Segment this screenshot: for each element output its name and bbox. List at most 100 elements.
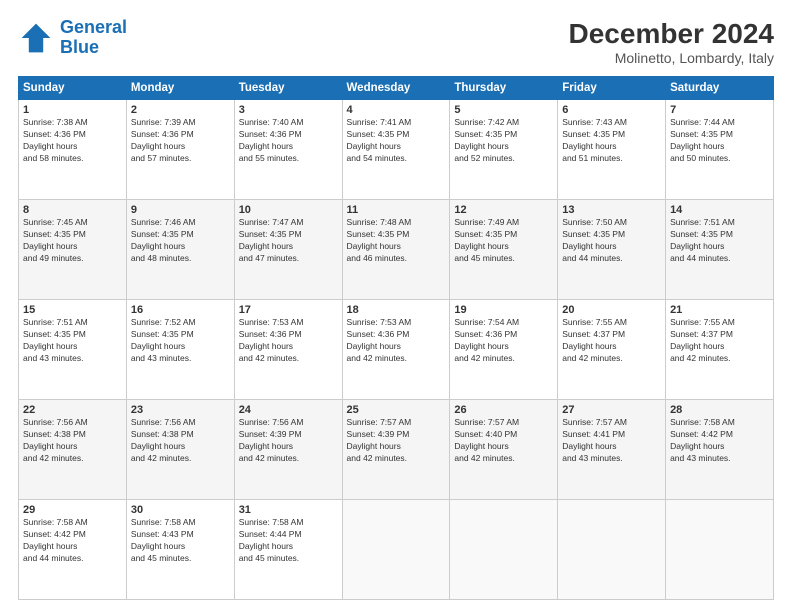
calendar-cell: 18 Sunrise: 7:53 AM Sunset: 4:36 PM Dayl… [342, 300, 450, 400]
calendar-cell: 16 Sunrise: 7:52 AM Sunset: 4:35 PM Dayl… [126, 300, 234, 400]
daylight-value: and 42 minutes. [347, 353, 407, 363]
day-info: Sunrise: 7:50 AM Sunset: 4:35 PM Dayligh… [562, 217, 661, 265]
daylight-label: Daylight hours [131, 341, 185, 351]
sunset-label: Sunset: 4:37 PM [670, 329, 733, 339]
sunrise-label: Sunrise: 7:44 AM [670, 117, 735, 127]
calendar-cell: 5 Sunrise: 7:42 AM Sunset: 4:35 PM Dayli… [450, 100, 558, 200]
sunrise-label: Sunrise: 7:41 AM [347, 117, 412, 127]
sunset-label: Sunset: 4:43 PM [131, 529, 194, 539]
calendar-cell: 10 Sunrise: 7:47 AM Sunset: 4:35 PM Dayl… [234, 200, 342, 300]
daylight-value: and 42 minutes. [23, 453, 83, 463]
calendar-cell: 27 Sunrise: 7:57 AM Sunset: 4:41 PM Dayl… [558, 400, 666, 500]
sunset-label: Sunset: 4:35 PM [347, 229, 410, 239]
calendar-cell: 9 Sunrise: 7:46 AM Sunset: 4:35 PM Dayli… [126, 200, 234, 300]
sunset-label: Sunset: 4:35 PM [239, 229, 302, 239]
sunrise-label: Sunrise: 7:55 AM [670, 317, 735, 327]
day-number: 30 [131, 504, 230, 516]
sunset-label: Sunset: 4:35 PM [347, 129, 410, 139]
daylight-label: Daylight hours [131, 541, 185, 551]
day-number: 23 [131, 404, 230, 416]
sunset-label: Sunset: 4:36 PM [454, 329, 517, 339]
daylight-value: and 42 minutes. [454, 353, 514, 363]
title-block: December 2024 Molinetto, Lombardy, Italy [569, 18, 774, 66]
daylight-label: Daylight hours [562, 141, 616, 151]
daylight-value: and 58 minutes. [23, 153, 83, 163]
sunset-label: Sunset: 4:35 PM [454, 229, 517, 239]
calendar-cell: 3 Sunrise: 7:40 AM Sunset: 4:36 PM Dayli… [234, 100, 342, 200]
logo-blue: Blue [60, 37, 99, 57]
sunrise-label: Sunrise: 7:48 AM [347, 217, 412, 227]
day-info: Sunrise: 7:43 AM Sunset: 4:35 PM Dayligh… [562, 117, 661, 165]
daylight-label: Daylight hours [347, 241, 401, 251]
daylight-label: Daylight hours [454, 441, 508, 451]
day-info: Sunrise: 7:58 AM Sunset: 4:44 PM Dayligh… [239, 517, 338, 565]
sunset-label: Sunset: 4:40 PM [454, 429, 517, 439]
daylight-label: Daylight hours [131, 141, 185, 151]
daylight-label: Daylight hours [454, 141, 508, 151]
day-number: 14 [670, 204, 769, 216]
daylight-label: Daylight hours [347, 341, 401, 351]
sunrise-label: Sunrise: 7:45 AM [23, 217, 88, 227]
sunrise-label: Sunrise: 7:53 AM [347, 317, 412, 327]
day-number: 31 [239, 504, 338, 516]
col-tuesday: Tuesday [234, 77, 342, 100]
daylight-value: and 44 minutes. [670, 253, 730, 263]
sunrise-label: Sunrise: 7:38 AM [23, 117, 88, 127]
day-info: Sunrise: 7:58 AM Sunset: 4:42 PM Dayligh… [670, 417, 769, 465]
sunset-label: Sunset: 4:38 PM [23, 429, 86, 439]
logo-icon [18, 20, 54, 56]
day-info: Sunrise: 7:41 AM Sunset: 4:35 PM Dayligh… [347, 117, 446, 165]
day-number: 16 [131, 304, 230, 316]
daylight-label: Daylight hours [23, 241, 77, 251]
day-number: 4 [347, 104, 446, 116]
daylight-value: and 46 minutes. [347, 253, 407, 263]
sunrise-label: Sunrise: 7:42 AM [454, 117, 519, 127]
sunrise-label: Sunrise: 7:39 AM [131, 117, 196, 127]
calendar-cell: 25 Sunrise: 7:57 AM Sunset: 4:39 PM Dayl… [342, 400, 450, 500]
daylight-value: and 43 minutes. [562, 453, 622, 463]
daylight-value: and 47 minutes. [239, 253, 299, 263]
sunset-label: Sunset: 4:35 PM [23, 229, 86, 239]
calendar-title: December 2024 [569, 18, 774, 50]
daylight-value: and 42 minutes. [670, 353, 730, 363]
daylight-label: Daylight hours [239, 441, 293, 451]
sunset-label: Sunset: 4:39 PM [347, 429, 410, 439]
daylight-label: Daylight hours [239, 241, 293, 251]
day-number: 18 [347, 304, 446, 316]
day-number: 28 [670, 404, 769, 416]
sunrise-label: Sunrise: 7:58 AM [131, 517, 196, 527]
daylight-label: Daylight hours [562, 441, 616, 451]
calendar-subtitle: Molinetto, Lombardy, Italy [569, 50, 774, 66]
day-info: Sunrise: 7:56 AM Sunset: 4:38 PM Dayligh… [23, 417, 122, 465]
day-info: Sunrise: 7:56 AM Sunset: 4:38 PM Dayligh… [131, 417, 230, 465]
day-info: Sunrise: 7:51 AM Sunset: 4:35 PM Dayligh… [23, 317, 122, 365]
daylight-label: Daylight hours [670, 241, 724, 251]
day-info: Sunrise: 7:42 AM Sunset: 4:35 PM Dayligh… [454, 117, 553, 165]
sunrise-label: Sunrise: 7:57 AM [347, 417, 412, 427]
sunset-label: Sunset: 4:36 PM [347, 329, 410, 339]
daylight-value: and 43 minutes. [670, 453, 730, 463]
daylight-value: and 42 minutes. [562, 353, 622, 363]
sunrise-label: Sunrise: 7:56 AM [23, 417, 88, 427]
day-info: Sunrise: 7:40 AM Sunset: 4:36 PM Dayligh… [239, 117, 338, 165]
sunrise-label: Sunrise: 7:51 AM [23, 317, 88, 327]
daylight-value: and 42 minutes. [347, 453, 407, 463]
calendar-cell: 1 Sunrise: 7:38 AM Sunset: 4:36 PM Dayli… [19, 100, 127, 200]
sunset-label: Sunset: 4:42 PM [670, 429, 733, 439]
day-info: Sunrise: 7:58 AM Sunset: 4:43 PM Dayligh… [131, 517, 230, 565]
daylight-label: Daylight hours [23, 341, 77, 351]
daylight-value: and 51 minutes. [562, 153, 622, 163]
sunrise-label: Sunrise: 7:47 AM [239, 217, 304, 227]
sunrise-label: Sunrise: 7:58 AM [670, 417, 735, 427]
page: General Blue December 2024 Molinetto, Lo… [0, 0, 792, 612]
calendar-cell: 30 Sunrise: 7:58 AM Sunset: 4:43 PM Dayl… [126, 500, 234, 600]
col-monday: Monday [126, 77, 234, 100]
day-info: Sunrise: 7:53 AM Sunset: 4:36 PM Dayligh… [347, 317, 446, 365]
daylight-label: Daylight hours [131, 241, 185, 251]
daylight-label: Daylight hours [562, 241, 616, 251]
daylight-value: and 42 minutes. [239, 353, 299, 363]
sunset-label: Sunset: 4:35 PM [131, 229, 194, 239]
sunset-label: Sunset: 4:35 PM [562, 129, 625, 139]
calendar-cell: 24 Sunrise: 7:56 AM Sunset: 4:39 PM Dayl… [234, 400, 342, 500]
day-number: 1 [23, 104, 122, 116]
